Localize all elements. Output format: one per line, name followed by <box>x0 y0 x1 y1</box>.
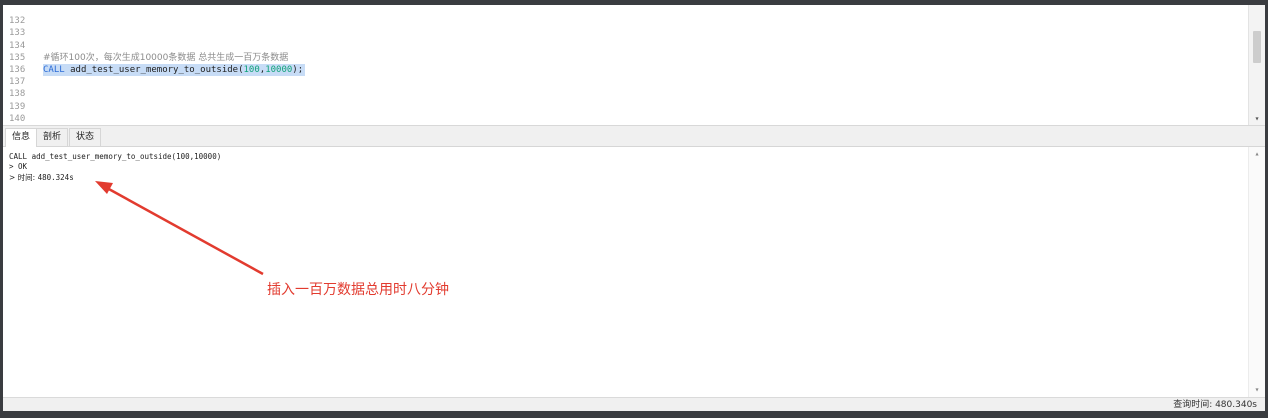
sql-editor[interactable]: 132 133 134 #循环100次，每次生成10000条数据 总共生成一百万… <box>3 5 1265 126</box>
editor-line: 133 <box>3 15 1241 38</box>
output-query-line: CALL add_test_user_memory_to_outside(100… <box>9 152 222 161</box>
annotation-label: 插入一百万数据总用时八分钟 <box>267 282 449 298</box>
arrow-head <box>95 181 113 194</box>
status-bar: 查询时间: 480.340s <box>3 397 1265 411</box>
scrollbar-thumb[interactable] <box>1253 31 1261 63</box>
editor-line: 134 #循环100次，每次生成10000条数据 总共生成一百万条数据 <box>3 27 1241 63</box>
editor-line: 135 CALL add_test_user_memory_to_outside… <box>3 40 1241 77</box>
annotation-arrow <box>95 181 264 276</box>
output-scrollbar[interactable]: ▴ ▾ <box>1248 147 1265 397</box>
output-time-line: > 时间: 480.324s <box>9 172 74 183</box>
query-time: 查询时间: 480.340s <box>1173 400 1257 410</box>
tab-info[interactable]: 信息 <box>5 128 38 147</box>
result-tabs: 信息 剖析 状态 <box>3 126 1265 147</box>
output-time-label: > 时间: <box>9 173 38 182</box>
chevron-down-icon[interactable]: ▾ <box>1252 385 1262 395</box>
editor-line: 141 <box>3 113 1241 125</box>
editor-line: 136 <box>3 52 1241 75</box>
editor-lines: 132 133 134 #循环100次，每次生成10000条数据 总共生成一百万… <box>3 5 1241 125</box>
editor-line: 139 <box>3 88 1241 112</box>
app-window: 132 133 134 #循环100次，每次生成10000条数据 总共生成一百万… <box>3 5 1265 411</box>
output-status-line: > OK <box>9 162 28 171</box>
output-time-value: 480.324s <box>37 173 74 182</box>
editor-line: 132 <box>3 5 1241 26</box>
chevron-up-icon[interactable]: ▴ <box>1252 149 1262 159</box>
chevron-down-icon[interactable]: ▾ <box>1252 114 1262 124</box>
arrow-shaft <box>106 186 264 276</box>
editor-scrollbar[interactable]: ▾ <box>1248 5 1265 125</box>
editor-line: 137 <box>3 64 1241 87</box>
tab-profile[interactable]: 剖析 <box>36 128 69 146</box>
tab-status[interactable]: 状态 <box>69 128 102 146</box>
editor-line: 138 <box>3 76 1241 99</box>
message-output-panel: CALL add_test_user_memory_to_outside(100… <box>3 147 1265 397</box>
editor-line: 140 <box>3 101 1241 124</box>
